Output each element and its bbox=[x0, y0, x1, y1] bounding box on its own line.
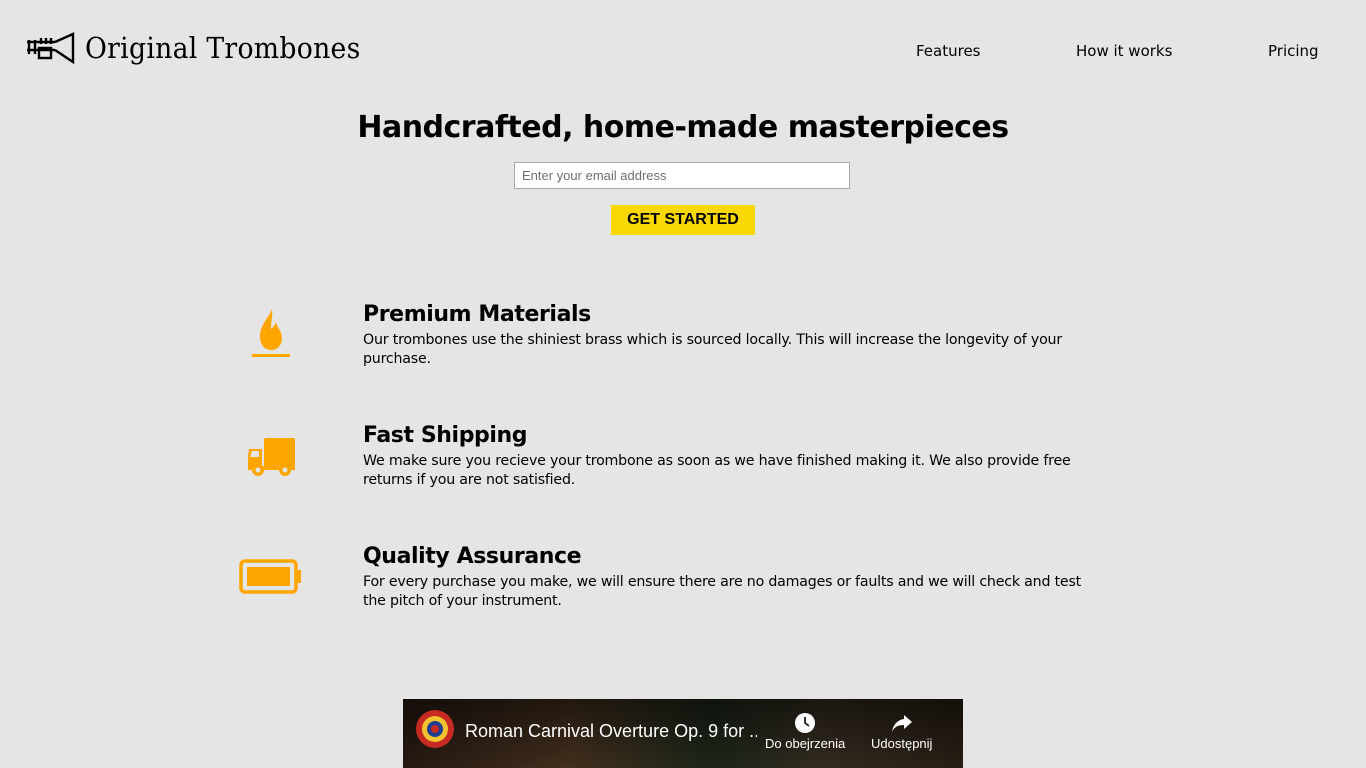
share-label: Udostępnij bbox=[871, 736, 933, 751]
hero-title: Handcrafted, home-made masterpieces bbox=[357, 110, 1009, 145]
channel-avatar[interactable] bbox=[416, 710, 454, 748]
feature-description: We make sure you recieve your trombone a… bbox=[363, 453, 1071, 488]
watch-later-label: Do obejrzenia bbox=[765, 736, 846, 751]
video-title[interactable]: Roman Carnival Overture Op. 9 for ... bbox=[465, 721, 757, 742]
nav-link-pricing[interactable]: Pricing bbox=[1268, 42, 1319, 60]
brand-logo[interactable]: Original Trombones bbox=[25, 30, 385, 66]
clock-icon bbox=[795, 713, 816, 733]
share-icon bbox=[891, 715, 912, 732]
fire-icon bbox=[252, 309, 290, 357]
feature-title: Fast Shipping bbox=[363, 423, 528, 448]
nav-link-how-it-works[interactable]: How it works bbox=[1076, 42, 1172, 60]
nav-link-features[interactable]: Features bbox=[916, 42, 981, 60]
trumpet-icon bbox=[27, 32, 75, 65]
get-started-button[interactable]: GET STARTED bbox=[611, 205, 755, 235]
video-embed[interactable]: Roman Carnival Overture Op. 9 for ... Do… bbox=[403, 699, 963, 768]
truck-icon bbox=[248, 438, 295, 476]
feature-description: Our trombones use the shiniest brass whi… bbox=[363, 332, 1062, 367]
feature-title: Premium Materials bbox=[363, 302, 591, 327]
channel-emblem-icon bbox=[422, 716, 448, 742]
share-button[interactable]: Udostępnij bbox=[871, 712, 932, 751]
feature-description: For every purchase you make, we will ens… bbox=[363, 574, 1082, 609]
watch-later-button[interactable]: Do obejrzenia bbox=[765, 712, 845, 751]
brand-name: Original Trombones bbox=[85, 31, 361, 65]
feature-title: Quality Assurance bbox=[363, 544, 582, 569]
battery-icon bbox=[239, 559, 301, 594]
site-header: Original Trombones Features How it works… bbox=[0, 0, 1366, 100]
email-input[interactable] bbox=[514, 162, 850, 189]
